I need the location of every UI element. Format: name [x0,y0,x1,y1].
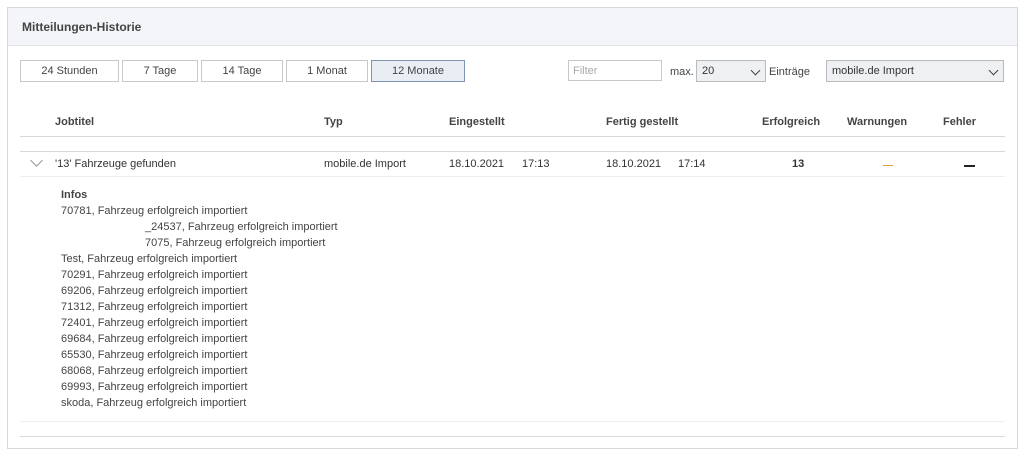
info-line: _24537, Fahrzeug erfolgreich importiert [145,221,338,233]
panel-header: Mitteilungen-Historie [8,8,1017,46]
chevron-down-icon [988,65,999,76]
row-fertig-date: 18.10.2021 [606,158,662,170]
info-line: 68068, Fahrzeug erfolgreich importiert [61,365,248,377]
row-top-divider [20,151,1005,152]
col-header-eingestellt[interactable]: Eingestellt [449,116,505,128]
info-line: 7075, Fahrzeug erfolgreich importiert [145,237,326,249]
header-divider [20,136,1005,137]
info-line: 69206, Fahrzeug erfolgreich importiert [61,285,248,297]
chevron-down-icon [750,65,761,76]
row-jobtitel: '13' Fahrzeuge gefunden [55,158,177,170]
info-line: 70291, Fahrzeug erfolgreich importiert [61,269,248,281]
warning-indicator [883,165,893,166]
chevron-down-icon[interactable] [30,154,43,167]
row-fertig-time: 17:14 [678,158,706,170]
info-line: skoda, Fahrzeug erfolgreich importiert [61,397,247,409]
details-bottom-divider [20,421,1005,422]
max-entries-select[interactable]: 20 [696,60,766,82]
error-indicator [964,165,975,167]
info-line: 70781, Fahrzeug erfolgreich importiert [61,205,248,217]
max-label: max. [670,66,694,78]
info-line: 71312, Fahrzeug erfolgreich importiert [61,301,248,313]
info-line: 72401, Fahrzeug erfolgreich importiert [61,317,248,329]
range-12-monate-button[interactable]: 12 Monate [371,60,465,82]
info-line: Test, Fahrzeug erfolgreich importiert [61,253,238,265]
col-header-warnungen[interactable]: Warnungen [847,116,907,128]
col-header-fehler[interactable]: Fehler [943,116,976,128]
range-7-tage-button[interactable]: 7 Tage [122,60,198,82]
info-line: 69684, Fahrzeug erfolgreich importiert [61,333,248,345]
table-bottom-divider [20,436,1005,437]
row-divider [20,176,1005,177]
range-14-tage-button[interactable]: 14 Tage [201,60,283,82]
range-24-stunden-button[interactable]: 24 Stunden [20,60,119,82]
message-history-panel: Mitteilungen-Historie 24 Stunden 7 Tage … [7,7,1018,449]
filter-input[interactable] [568,60,662,81]
panel-title: Mitteilungen-Historie [22,20,142,34]
row-eingestellt-date: 18.10.2021 [449,158,505,170]
row-typ: mobile.de Import [324,158,406,170]
col-header-erfolgreich[interactable]: Erfolgreich [762,116,820,128]
col-header-typ[interactable]: Typ [324,116,343,128]
info-line: 69993, Fahrzeug erfolgreich importiert [61,381,248,393]
row-erfolgreich: 13 [792,158,805,170]
source-select[interactable]: mobile.de Import [826,60,1004,82]
entries-label: Einträge [769,66,810,78]
col-header-jobtitel[interactable]: Jobtitel [55,116,94,128]
details-lines: 70781, Fahrzeug erfolgreich importiert _2… [61,203,338,411]
details-panel: Infos 70781, Fahrzeug erfolgreich import… [61,189,338,411]
details-title: Infos [61,189,88,201]
col-header-fertig-gestellt[interactable]: Fertig gestellt [606,116,678,128]
row-eingestellt-time: 17:13 [522,158,550,170]
max-entries-value: 20 [702,65,715,77]
info-line: 65530, Fahrzeug erfolgreich importiert [61,349,248,361]
source-value: mobile.de Import [832,65,914,77]
range-1-monat-button[interactable]: 1 Monat [286,60,368,82]
